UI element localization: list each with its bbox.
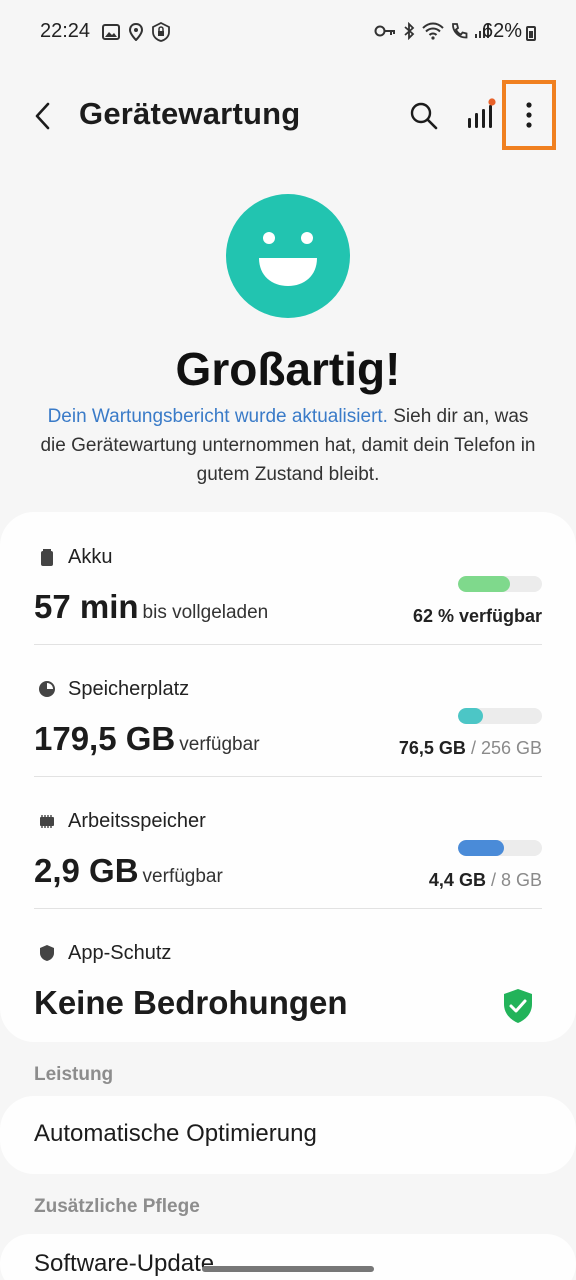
shield-icon (40, 945, 54, 961)
key-icon (374, 25, 395, 37)
memory-chip-icon (40, 815, 54, 828)
stats-icon (468, 98, 496, 128)
battery-percent: 62% (481, 20, 522, 42)
memory-used: 4,4 GB (428, 870, 486, 890)
battery-icon (41, 549, 53, 566)
storage-label: Speicherplatz (68, 678, 190, 700)
auto-optimization-label: Automatische Optimierung (34, 1120, 317, 1147)
shield-check-icon (504, 989, 532, 1023)
storage-value-sub: verfügbar (179, 734, 260, 755)
smiley-face-icon (226, 194, 350, 318)
divider (34, 644, 542, 645)
home-indicator[interactable] (202, 1266, 374, 1272)
battery-meta: 62 % verfügbar (412, 606, 542, 626)
battery-value: 57 min bis vollgeladen (34, 588, 268, 626)
status-headline: Großartig! (175, 343, 401, 395)
battery-time-remaining: 57 min (34, 588, 139, 625)
software-update-item[interactable]: Software-Update (0, 1234, 576, 1280)
search-button[interactable] (406, 98, 442, 134)
memory-meta: 4,4 GB / 8 GB (429, 870, 542, 891)
auto-optimization-item[interactable]: Automatische Optimierung (0, 1096, 576, 1174)
battery-value-sub: bis vollgeladen (142, 602, 269, 623)
status-left-icons (102, 22, 170, 42)
battery-row[interactable]: Akku 57 min bis vollgeladen 62 % verfügba… (34, 522, 542, 654)
page-title: Gerätewartung (79, 96, 301, 131)
wifi-icon (422, 22, 444, 40)
image-icon (102, 24, 120, 40)
storage-value: 179,5 GB verfügbar (34, 720, 260, 758)
storage-available: 179,5 GB (34, 720, 176, 757)
battery-bar (458, 576, 542, 592)
report-description: Dein Wartungsbericht wurde aktualisiert.… (36, 402, 540, 489)
location-icon (128, 23, 144, 41)
storage-total: / 256 GB (470, 738, 542, 758)
storage-bar-fill (458, 708, 484, 724)
status-bar: 22:24 62% (0, 0, 576, 64)
stats-button[interactable] (462, 96, 502, 136)
section-header-performance: Leistung (34, 1064, 114, 1085)
status-right-icons (374, 22, 490, 40)
storage-bar (458, 708, 542, 724)
memory-label: Arbeitsspeicher (68, 810, 206, 832)
memory-value: 2,9 GB verfügbar (34, 852, 223, 890)
shield-lock-icon (152, 22, 170, 42)
storage-meta: 76,5 GB / 256 GB (399, 738, 542, 759)
app-protection-row[interactable]: App-Schutz Keine Bedrohungen (34, 918, 542, 1050)
battery-bar-fill (458, 576, 511, 592)
app-protection-label: App-Schutz (68, 942, 172, 964)
section-header-additional-care: Zusätzliche Pflege (34, 1196, 200, 1217)
device-status-card: Akku 57 min bis vollgeladen 62 % verfügba… (0, 512, 576, 1042)
memory-value-sub: verfügbar (142, 866, 223, 887)
memory-bar-fill (458, 840, 505, 856)
storage-used: 76,5 GB (398, 738, 466, 758)
memory-total: / 8 GB (490, 870, 542, 890)
pie-chart-icon (39, 681, 55, 697)
search-icon (410, 102, 438, 130)
app-bar: Gerätewartung (0, 76, 576, 156)
storage-row[interactable]: Speicherplatz 179,5 GB verfügbar 76,5 GB … (34, 654, 542, 786)
battery-label: Akku (68, 546, 113, 568)
divider (34, 776, 542, 777)
more-options-button[interactable] (502, 80, 556, 150)
memory-bar (458, 840, 542, 856)
memory-row[interactable]: Arbeitsspeicher 2,9 GB verfügbar 4,4 GB /… (34, 786, 542, 918)
back-arrow-icon (35, 102, 50, 130)
memory-available: 2,9 GB (34, 852, 139, 889)
battery-icon (526, 26, 536, 41)
software-update-label: Software-Update (34, 1250, 215, 1277)
back-button[interactable] (28, 96, 60, 136)
divider (34, 908, 542, 909)
call-icon (452, 23, 468, 39)
status-time: 22:24 (40, 20, 91, 42)
maintenance-report-link[interactable]: Dein Wartungsbericht wurde aktualisiert. (48, 406, 388, 427)
bluetooth-icon (404, 22, 415, 40)
app-protection-value: Keine Bedrohungen (34, 984, 348, 1021)
more-options-icon (526, 102, 532, 128)
